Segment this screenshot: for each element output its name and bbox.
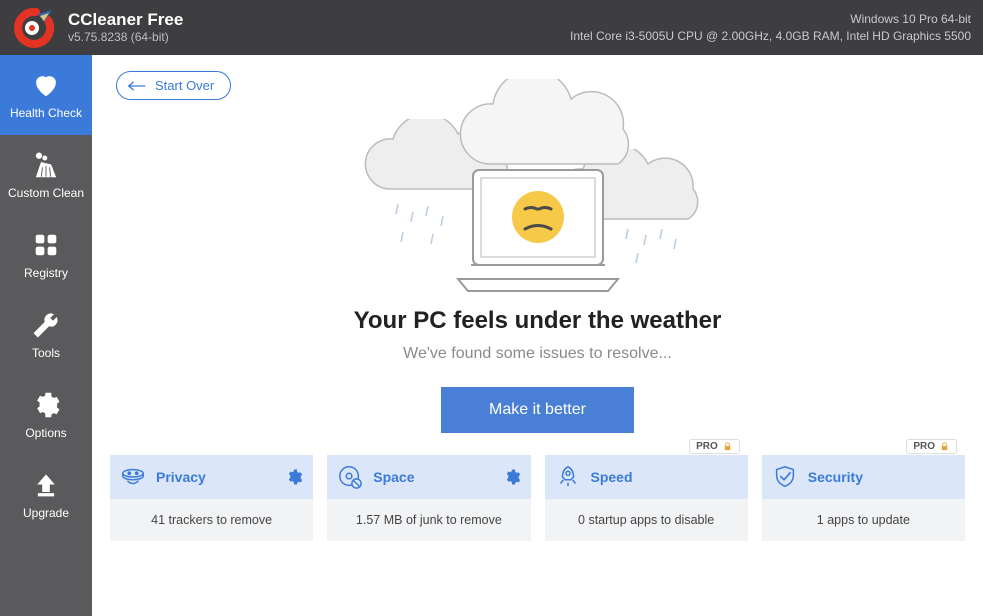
sidebar-item-label: Health Check (10, 106, 82, 120)
card-title: Speed (591, 469, 738, 485)
card-security[interactable]: PRO Security 1 apps to update (762, 455, 965, 541)
start-over-label: Start Over (155, 78, 214, 93)
make-it-better-button[interactable]: Make it better (441, 387, 634, 433)
upload-arrow-icon (31, 470, 61, 500)
sidebar-item-label: Registry (24, 266, 68, 280)
grid-icon (31, 230, 61, 260)
app-header: CCleaner Free v5.75.8238 (64-bit) Window… (0, 0, 983, 55)
hw-line: Intel Core i3-5005U CPU @ 2.00GHz, 4.0GB… (570, 28, 971, 44)
sidebar: Health Check Custom Clean Registry Tools… (0, 55, 92, 616)
card-title: Space (373, 469, 492, 485)
rocket-icon (555, 464, 581, 490)
app-logo (12, 6, 56, 50)
broom-icon (31, 150, 61, 180)
os-line: Windows 10 Pro 64-bit (570, 11, 971, 27)
pro-badge: PRO (906, 439, 957, 454)
headline: Your PC feels under the weather (92, 307, 983, 335)
sidebar-item-tools[interactable]: Tools (0, 295, 92, 375)
app-version: v5.75.8238 (64-bit) (68, 30, 183, 44)
card-space[interactable]: Space 1.57 MB of junk to remove (327, 455, 530, 541)
card-detail: 1 apps to update (762, 499, 965, 541)
cards-row: Privacy 41 trackers to remove Space (92, 433, 983, 541)
sidebar-item-label: Upgrade (23, 506, 69, 520)
sidebar-item-custom-clean[interactable]: Custom Clean (0, 135, 92, 215)
wrench-icon (31, 310, 61, 340)
sidebar-item-registry[interactable]: Registry (0, 215, 92, 295)
pro-badge: PRO (689, 439, 740, 454)
shield-icon (772, 464, 798, 490)
gear-icon[interactable] (503, 468, 521, 486)
app-title: CCleaner Free (68, 11, 183, 30)
lock-icon (722, 441, 733, 452)
sidebar-item-label: Options (25, 426, 66, 440)
main-panel: Start Over (92, 55, 983, 616)
sidebar-item-label: Custom Clean (8, 186, 84, 200)
sidebar-item-upgrade[interactable]: Upgrade (0, 455, 92, 535)
sad-laptop-icon (453, 165, 623, 295)
subline: We've found some issues to resolve... (92, 345, 983, 363)
card-title: Security (808, 469, 955, 485)
card-detail: 41 trackers to remove (110, 499, 313, 541)
sidebar-item-label: Tools (32, 346, 60, 360)
weather-illustration (358, 79, 718, 299)
card-detail: 1.57 MB of junk to remove (327, 499, 530, 541)
card-privacy[interactable]: Privacy 41 trackers to remove (110, 455, 313, 541)
heart-icon (31, 70, 61, 100)
privacy-icon (120, 464, 146, 490)
card-title: Privacy (156, 469, 275, 485)
arrow-left-icon (127, 80, 147, 92)
gear-icon[interactable] (285, 468, 303, 486)
system-info: Windows 10 Pro 64-bit Intel Core i3-5005… (570, 11, 971, 43)
lock-icon (939, 441, 950, 452)
disk-icon (337, 464, 363, 490)
gear-icon (31, 390, 61, 420)
card-speed[interactable]: PRO Speed 0 startup apps to disable (545, 455, 748, 541)
start-over-button[interactable]: Start Over (116, 71, 231, 100)
sidebar-item-options[interactable]: Options (0, 375, 92, 455)
sidebar-item-health-check[interactable]: Health Check (0, 55, 92, 135)
card-detail: 0 startup apps to disable (545, 499, 748, 541)
